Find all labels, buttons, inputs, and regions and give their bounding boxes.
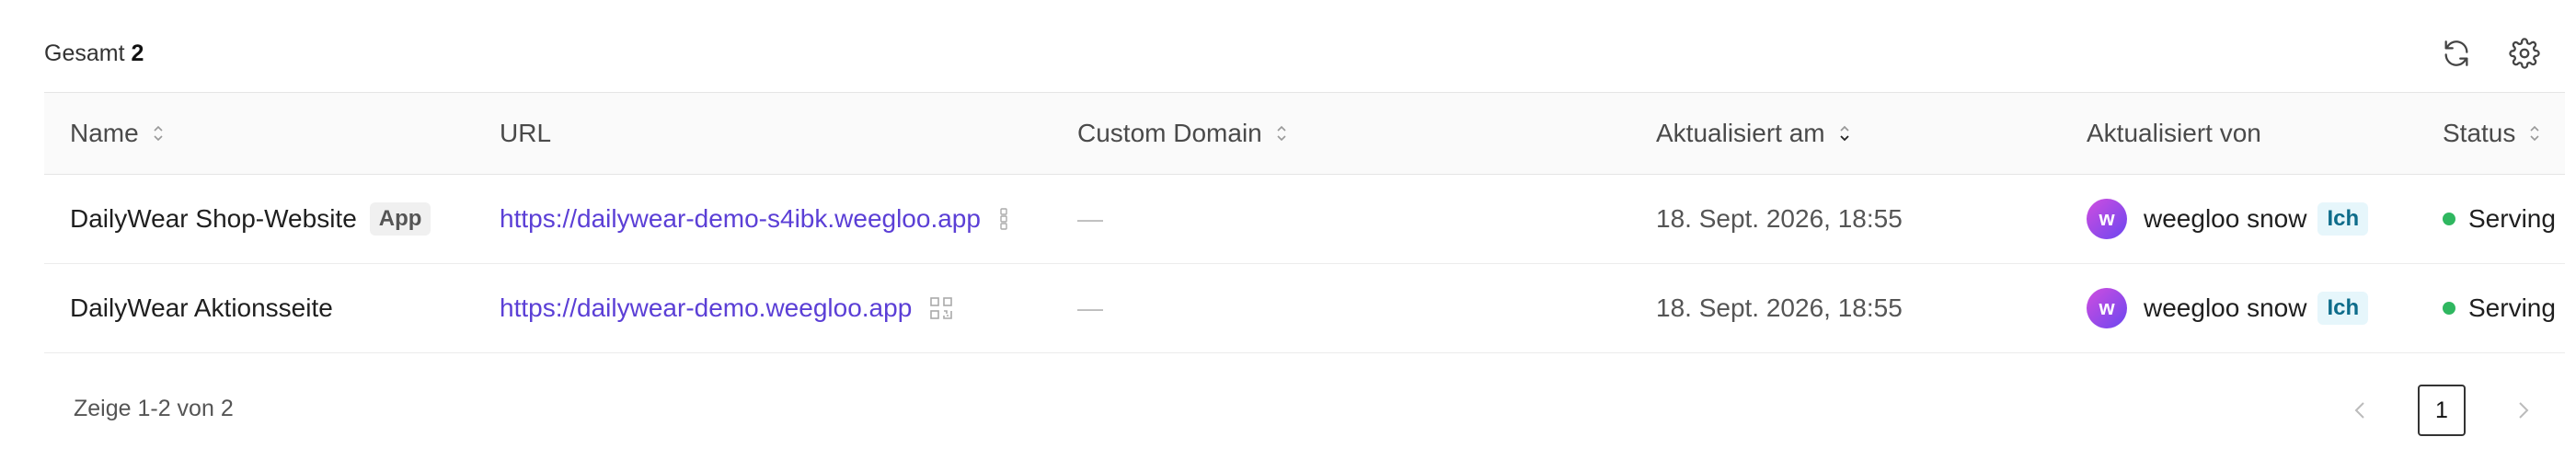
toolbar xyxy=(2438,35,2543,72)
page-1-button[interactable]: 1 xyxy=(2418,385,2466,436)
gear-icon xyxy=(2509,38,2540,69)
custom-domain-cell: — xyxy=(1077,175,1103,263)
settings-button[interactable] xyxy=(2506,35,2543,72)
updated-at-value: 18. Sept. 2026, 18:55 xyxy=(1656,293,1903,322)
custom-domain-value: — xyxy=(1077,293,1103,322)
column-status-label: Status xyxy=(2443,119,2516,147)
status-badge: Serving xyxy=(2468,204,2556,233)
custom-domain-value: — xyxy=(1077,204,1103,233)
sites-table: Name URL Custom Domain Aktualisiert am A… xyxy=(44,92,2565,353)
sort-icon xyxy=(2530,125,2539,142)
site-name: DailyWear Aktionsseite xyxy=(70,293,333,322)
avatar: w xyxy=(2087,288,2127,328)
status-badge: Serving xyxy=(2468,293,2556,322)
column-custom-domain-label: Custom Domain xyxy=(1077,119,1262,147)
status-cell: Serving xyxy=(2443,175,2556,263)
app-badge: App xyxy=(369,202,431,236)
status-dot xyxy=(2443,302,2455,315)
custom-domain-cell: — xyxy=(1077,264,1103,352)
refresh-icon xyxy=(2444,40,2468,66)
column-custom-domain[interactable]: Custom Domain xyxy=(1077,93,1288,174)
updated-by-name: weegloo snow xyxy=(2144,204,2307,233)
site-url-link[interactable]: https://dailywear-demo-s4ibk.weegloo.app xyxy=(500,204,981,234)
updated-by-cell: w weegloo snow Ich xyxy=(2087,264,2369,352)
total-label: Gesamt xyxy=(44,40,125,66)
url-cell: https://dailywear-demo.weegloo.app xyxy=(500,264,954,352)
column-status[interactable]: Status xyxy=(2443,93,2541,174)
status-cell: Serving xyxy=(2443,264,2556,352)
column-name[interactable]: Name xyxy=(70,93,165,174)
status-dot xyxy=(2443,213,2455,225)
site-name: DailyWear Shop-Website xyxy=(70,204,357,233)
pagination-summary: Zeige 1-2 von 2 xyxy=(74,396,234,421)
column-url: URL xyxy=(500,93,551,174)
updated-at-cell: 18. Sept. 2026, 18:55 xyxy=(1656,175,1903,263)
sort-icon xyxy=(1277,125,1286,142)
updated-at-value: 18. Sept. 2026, 18:55 xyxy=(1656,204,1903,233)
table-row[interactable]: DailyWear Aktionsseite https://dailywear… xyxy=(44,264,2565,353)
table-header: Name URL Custom Domain Aktualisiert am A… xyxy=(44,92,2565,175)
name-cell: DailyWear Shop-Website App xyxy=(70,175,431,263)
sort-desc-icon xyxy=(1839,125,1849,142)
me-badge: Ich xyxy=(2317,292,2369,325)
total-count: Gesamt 2 xyxy=(44,40,144,67)
url-cell: https://dailywear-demo-s4ibk.weegloo.app xyxy=(500,175,1010,263)
chevron-left-icon xyxy=(2354,402,2364,419)
column-updated-by: Aktualisiert von xyxy=(2087,93,2261,174)
updated-by-cell: w weegloo snow Ich xyxy=(2087,175,2369,263)
column-url-label: URL xyxy=(500,119,552,147)
qr-code-icon[interactable] xyxy=(928,295,954,321)
total-value: 2 xyxy=(131,40,144,66)
column-updated-at-label: Aktualisiert am xyxy=(1656,119,1825,147)
pagination: 1 xyxy=(2344,385,2539,436)
chevron-right-icon xyxy=(2519,402,2529,419)
site-url-link[interactable]: https://dailywear-demo.weegloo.app xyxy=(500,293,912,323)
previous-page-button[interactable] xyxy=(2344,394,2377,427)
column-name-label: Name xyxy=(70,119,139,147)
next-page-button[interactable] xyxy=(2506,394,2539,427)
avatar: w xyxy=(2087,199,2127,239)
column-updated-at[interactable]: Aktualisiert am xyxy=(1656,93,1851,174)
refresh-button[interactable] xyxy=(2438,35,2475,72)
updated-at-cell: 18. Sept. 2026, 18:55 xyxy=(1656,264,1903,352)
more-vertical-icon[interactable] xyxy=(997,206,1010,232)
column-updated-by-label: Aktualisiert von xyxy=(2087,119,2261,147)
sort-icon xyxy=(154,125,163,142)
updated-by-name: weegloo snow xyxy=(2144,293,2307,322)
me-badge: Ich xyxy=(2317,202,2369,236)
table-row[interactable]: DailyWear Shop-Website App https://daily… xyxy=(44,175,2565,264)
name-cell: DailyWear Aktionsseite xyxy=(70,264,333,352)
